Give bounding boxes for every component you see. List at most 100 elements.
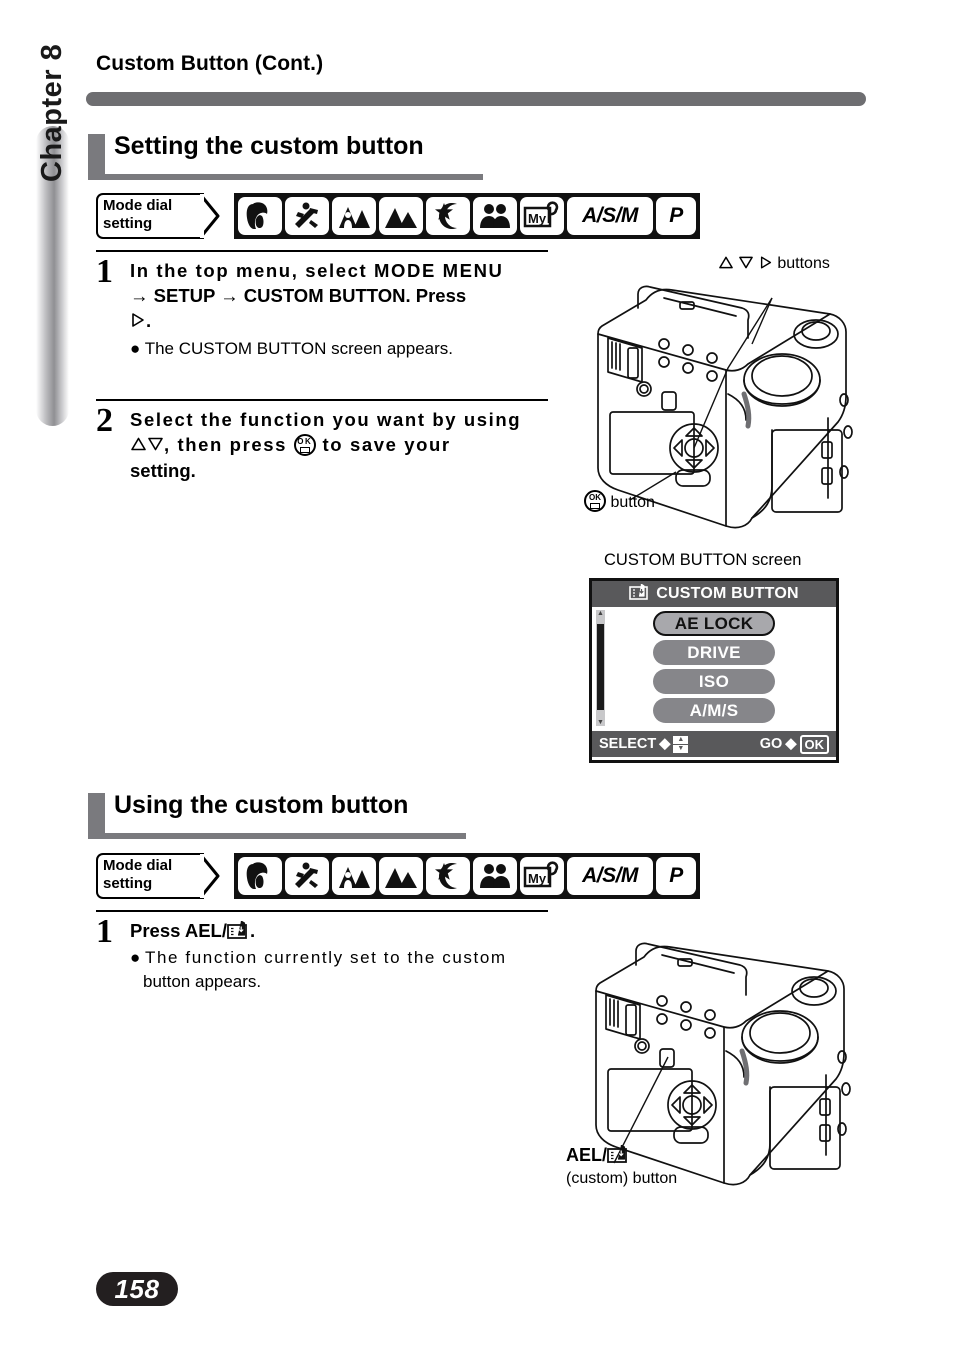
landscape-portrait-mode-icon [332,857,376,895]
bullet-dot: ● [130,339,141,358]
lcd-caption: CUSTOM BUTTON screen [604,551,801,570]
go-label: GO [759,736,783,752]
step-1-custom-button-label: CUSTOM BUTTON. Press [243,285,467,306]
section-underline [88,833,466,839]
section-title: Setting the custom button [114,132,424,160]
step-divider-3 [96,910,548,912]
custom-button-sublabel: (custom) button [566,1170,678,1187]
ok-button-icon: OK [584,490,606,512]
lcd-scrollbar[interactable]: ▲ ▼ [596,610,605,726]
select-arrow-glyph: ◆ [659,736,671,752]
p-mode-icon: P [656,857,696,895]
step-1-line-1: In the top menu, select MODE MENU [130,260,504,281]
header-rule [86,92,866,106]
mode-dial-setting-row-1: Mode dial setting My A/S/M P [96,193,700,239]
right-triangle-icon [759,255,777,272]
lcd-menu-item-drive[interactable]: DRIVE [653,640,775,665]
lcd-menu-item-a-m-s[interactable]: A/M/S [653,698,775,723]
asm-mode-icon: A/S/M [567,197,653,235]
step-number: 2 [96,402,113,439]
up-triangle-icon [130,433,147,458]
page-title: Custom Button (Cont.) [96,52,324,75]
step-2-line-3: setting. [130,460,196,481]
lcd-menu-item-ae-lock[interactable]: AE LOCK [653,611,775,636]
lcd-menu-list: ▲ ▼ AE LOCK DRIVE ISO A/M/S [592,607,836,731]
arrow-right-glyph-1: → [130,285,149,306]
p-mode-label: P [669,864,683,887]
section-using-custom-button: Using the custom button [88,791,488,839]
asm-mode-label: A/S/M [582,204,638,227]
scroll-down-arrow-icon[interactable]: ▼ [597,719,604,726]
lcd-footer-select: SELECT ◆ ▲ ▼ [599,735,689,753]
select-label: SELECT [599,736,657,752]
night-scene-mode-icon [426,857,470,895]
right-triangle-icon [130,309,146,334]
section-setting-custom-button: Setting the custom button [88,132,488,180]
step-1-using-bullet-l1: The function currently set to the custom [145,948,507,967]
flag-tip-shape [200,853,220,899]
ok-button-label: button [610,494,655,511]
step-2-line-2a: , then press [164,434,288,455]
ok-badge: OK [799,734,829,754]
step-1-bullet: ● The CUSTOM BUTTON screen appears. [130,337,550,361]
sports-mode-icon [285,857,329,895]
mode-dial-setting-row-2: Mode dial setting My A/S/M P [96,853,700,899]
lcd-footer: SELECT ◆ ▲ ▼ GO ◆ OK [592,731,836,757]
night-scene-mode-icon [426,197,470,235]
bullet-dot: ● [130,948,141,967]
up-down-arrows-icon: ▲ ▼ [673,735,689,753]
section-accent-bar [88,793,105,833]
arrow-buttons-label: buttons [777,255,830,272]
my-mode-icon: My [520,197,564,235]
self-portrait-mode-icon [473,857,517,895]
down-triangle-icon [738,255,758,272]
mode-dial-flag-label: Mode dial setting [103,197,173,232]
custom-button-icon [607,1144,630,1164]
lcd-menu-item-iso[interactable]: ISO [653,669,775,694]
up-triangle-icon [718,255,738,272]
arrow-right-glyph-2: → [220,285,239,306]
custom-button-screen: CUSTOM BUTTON ▲ ▼ AE LOCK DRIVE ISO A/M/… [589,578,839,763]
step-2-line-1: Select the function you want by using [130,409,522,430]
p-mode-icon: P [656,197,696,235]
step-1-setup-label: SETUP [153,285,215,306]
down-triangle-icon [147,433,164,458]
landscape-portrait-mode-icon [332,197,376,235]
landscape-mode-icon [379,197,423,235]
asm-mode-icon: A/S/M [567,857,653,895]
my-mode-icon: My [520,857,564,895]
press-ael-label: Press AEL/ [130,920,227,941]
section-accent-bar [88,134,105,174]
setup-card-icon [629,583,649,605]
svg-text:My: My [528,211,547,226]
section-underline [88,174,483,180]
asm-mode-label: A/S/M [582,864,638,887]
p-mode-label: P [669,204,683,227]
flag-tip-shape [200,193,220,239]
lcd-header-title: CUSTOM BUTTON [656,585,799,602]
section-title: Using the custom button [114,791,409,819]
portrait-mode-icon [238,197,282,235]
chapter-tab-label: Chapter 8 [36,43,68,182]
sports-mode-icon [285,197,329,235]
step-1-using-bullet: ● The function currently set to the cust… [130,946,550,994]
ok-button-callout: OK button [584,490,655,512]
lcd-scrollbar-thumb[interactable] [597,624,604,710]
step-1-line-3: . [146,310,152,331]
step-1-bullet-text: The CUSTOM BUTTON screen appears. [144,339,454,358]
press-ael-period: . [250,920,256,941]
self-portrait-mode-icon [473,197,517,235]
lcd-caption-b: screen [751,551,802,569]
ael-label: AEL/ [566,1145,608,1165]
lcd-footer-go: GO ◆ OK [759,734,829,754]
scroll-up-arrow-icon[interactable]: ▲ [597,610,604,617]
mode-dial-flag: Mode dial setting [96,193,232,239]
step-2-line-2b: to save your [322,434,451,455]
step-1-using-bullet-l2: button appears. [143,972,262,991]
lcd-caption-a: CUSTOM BUTTON [604,551,748,569]
page-number: 158 [96,1272,178,1306]
custom-button-icon [227,920,250,940]
portrait-mode-icon [238,857,282,895]
landscape-mode-icon [379,857,423,895]
step-divider-2 [96,399,548,401]
